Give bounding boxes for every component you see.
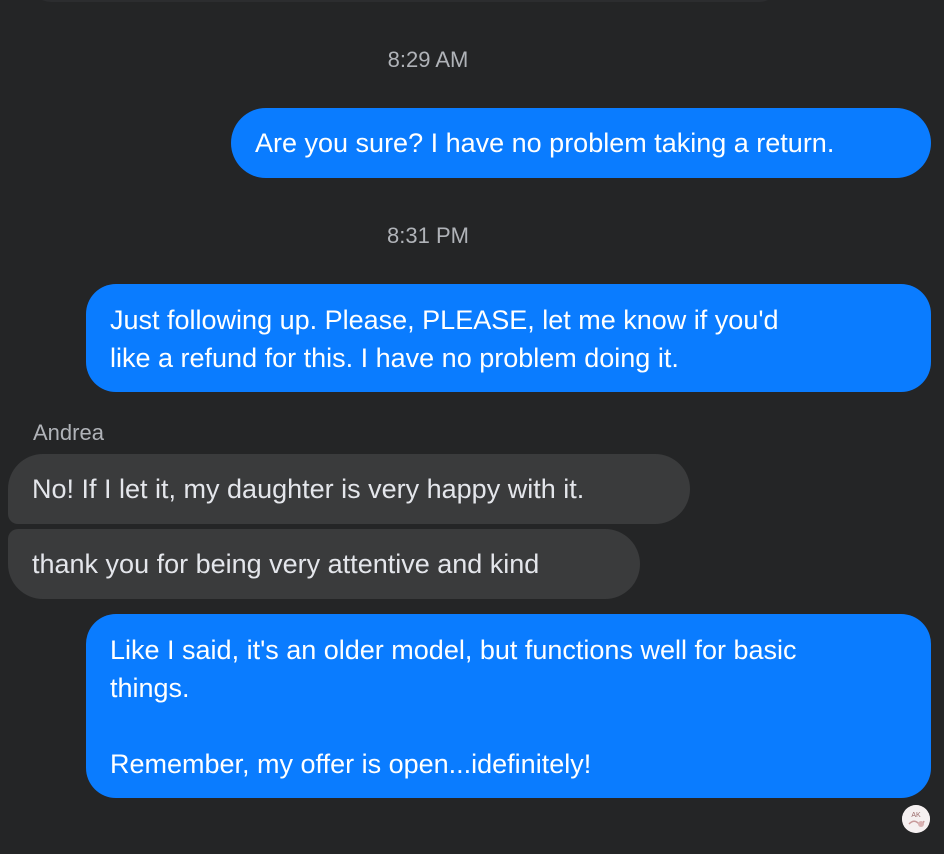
timestamp: 8:31 PM (387, 223, 469, 248)
previous-message-bubble (30, 0, 780, 2)
incoming-message[interactable]: thank you for being very attentive and k… (8, 529, 640, 599)
read-receipt-avatar: AK (902, 805, 930, 833)
outgoing-message[interactable]: Like I said, it's an older model, but fu… (86, 614, 931, 798)
outgoing-message[interactable]: Just following up. Please, PLEASE, let m… (86, 284, 931, 392)
avatar-initials: AK (911, 812, 921, 819)
incoming-message[interactable]: No! If I let it, my daughter is very hap… (8, 454, 690, 524)
avatar-image: AK (902, 805, 930, 833)
timestamp: 8:29 AM (387, 47, 469, 72)
sender-name: Andrea (33, 420, 104, 445)
outgoing-message[interactable]: Are you sure? I have no problem taking a… (231, 108, 931, 178)
